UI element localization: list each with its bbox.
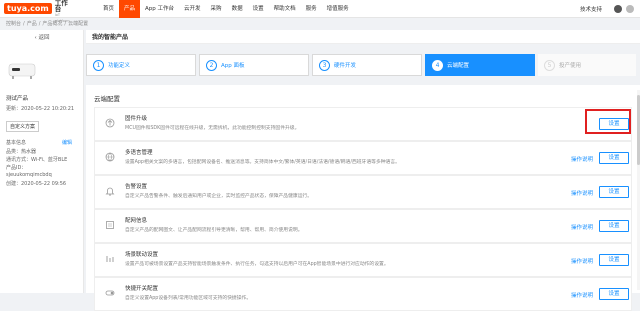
- logo-mark: tuya.com: [4, 3, 52, 14]
- back-button[interactable]: ‹ 返回: [0, 33, 84, 41]
- instructions-link[interactable]: 操作说明: [571, 223, 593, 231]
- alarm-bell-icon: [105, 187, 115, 196]
- row-description: 设置产品可被场景设置产品支持智能场景触发条件、执行任务，勾选支持以后用户可在Ap…: [125, 262, 389, 267]
- product-id-label: 产品ID：: [6, 165, 27, 171]
- highlight-box: [585, 109, 631, 134]
- row-title: 快捷开关配置: [125, 286, 159, 292]
- firmware-upgrade-icon: [105, 118, 115, 128]
- nav-item-service[interactable]: 服务: [301, 0, 322, 18]
- nav-item-home[interactable]: 首页: [98, 0, 119, 18]
- water-heater-image: [8, 63, 36, 79]
- step-label: 硬件开发: [334, 63, 357, 69]
- row-description: MCU固件和SDK固件可远程在线升级，无需拆机，此功能控制控制支持固件升级。: [125, 126, 300, 131]
- step-hardware-dev[interactable]: 3 硬件开发: [312, 54, 422, 76]
- section-title: 云端配置: [94, 95, 120, 103]
- product-id: sjeuukomqimcbdq: [6, 172, 52, 178]
- breadcrumb-overview[interactable]: 产品概况: [42, 20, 62, 27]
- page-title: 我的智能产品: [86, 30, 640, 44]
- language-icon: [105, 152, 115, 162]
- basic-info-heading: 基本信息: [6, 140, 27, 146]
- step-cloud-config[interactable]: 4 云端配置: [425, 54, 535, 76]
- instructions-link[interactable]: 操作说明: [571, 189, 593, 197]
- product-sidebar: ‹ 返回 测试产品 更新：2020-05-22 10:20:21 自定义方案 基…: [0, 30, 84, 293]
- breadcrumb-separator: /: [64, 20, 67, 27]
- notification-icon[interactable]: [614, 5, 622, 13]
- step-number: 3: [319, 59, 330, 71]
- language-settings-button[interactable]: 设置: [599, 152, 629, 164]
- config-row-shortcut: 快捷开关配置 自定义设置App设备列表/常用功能区域可支持的快捷操作。 操作说明…: [94, 277, 632, 311]
- nav-item-help-docs[interactable]: 帮助文档: [269, 0, 301, 18]
- network-settings-button[interactable]: 设置: [599, 220, 629, 232]
- nav-item-app-workbench[interactable]: App 工作台: [140, 0, 179, 18]
- shortcut-settings-button[interactable]: 设置: [599, 288, 629, 300]
- breadcrumb-separator: /: [38, 20, 41, 27]
- row-title: 配网信息: [125, 218, 148, 224]
- alarm-settings-button[interactable]: 设置: [599, 186, 629, 198]
- config-row-scene: 场景联动设置 设置产品可被场景设置产品支持智能场景触发条件、执行任务，勾选支持以…: [94, 243, 632, 277]
- instructions-link[interactable]: 操作说明: [571, 257, 593, 265]
- config-row-firmware: 固件升级 MCU固件和SDK固件可远程在线升级，无需拆机，此功能控制控制支持固件…: [94, 107, 632, 141]
- config-row-language: 多语言管理 设置App相关文案的多语言，包括配网设备名、推送消息等。支持简体中文…: [94, 141, 632, 175]
- step-label: 投产使用: [559, 63, 582, 69]
- main-nav: 首页 产品 App 工作台 云开发 采购 数据 设置 帮助文档 服务 增值服务: [98, 0, 354, 18]
- nav-item-cloud-dev[interactable]: 云开发: [179, 0, 206, 18]
- scene-linkage-icon: [106, 256, 114, 262]
- step-function-definition[interactable]: 1 功能定义: [86, 54, 196, 76]
- product-created-time: 创建：2020-05-22 09:56: [6, 181, 67, 187]
- step-label: 云端配置: [447, 63, 470, 69]
- product-name: 测试产品: [6, 96, 29, 102]
- product-updated-time: 更新：2020-05-22 10:20:21: [6, 106, 75, 112]
- nav-item-product[interactable]: 产品: [119, 0, 141, 18]
- step-app-panel[interactable]: 2 App 面板: [199, 54, 309, 76]
- nav-item-data[interactable]: 数据: [227, 0, 248, 18]
- breadcrumb-current: 云端配置: [68, 21, 89, 27]
- nav-item-value-added[interactable]: 增值服务: [322, 0, 354, 18]
- breadcrumb-separator: /: [23, 20, 25, 27]
- product-protocol: 通讯方式：Wi-Fi、蓝牙BLE: [6, 157, 68, 163]
- step-label: App 面板: [221, 63, 245, 69]
- breadcrumb: 控制台 / 产品 / 产品概况 / 云端配置: [6, 19, 90, 28]
- row-description: 自定义产品告警条件、触发后通知用户或企业，实时监控产品状态，保障产品健康运行。: [125, 194, 313, 199]
- nav-item-settings[interactable]: 设置: [248, 0, 269, 18]
- network-info-icon: [106, 221, 114, 229]
- instructions-link[interactable]: 操作说明: [571, 291, 593, 299]
- shortcut-switch-icon: [105, 290, 115, 296]
- step-production[interactable]: 5 投产使用: [538, 54, 636, 76]
- step-number: 2: [206, 59, 217, 71]
- row-title: 固件升级: [125, 116, 148, 122]
- row-title: 告警设置: [125, 184, 148, 190]
- custom-solution-button[interactable]: 自定义方案: [6, 121, 40, 132]
- breadcrumb-console[interactable]: 控制台: [6, 20, 21, 27]
- row-description: 自定义产品的配网图文、让产品配网流程引导更清晰，帮用、帮用、简介使用说明。: [125, 228, 303, 233]
- product-category: 品类：热水器: [6, 149, 37, 155]
- progress-steps: 1 功能定义 2 App 面板 3 硬件开发 4 云端配置 5 投产使用: [86, 53, 640, 77]
- step-label: 功能定义: [108, 63, 131, 69]
- row-description: 自定义设置App设备列表/常用功能区域可支持的快捷操作。: [125, 296, 252, 301]
- row-title: 多语言管理: [125, 150, 153, 156]
- avatar[interactable]: [626, 5, 634, 13]
- row-description: 设置App相关文案的多语言，包括配网设备名、推送消息等。支持简体中文/繁体/英语…: [125, 160, 400, 165]
- tech-support-link[interactable]: 技术支持: [580, 5, 602, 13]
- row-title: 场景联动设置: [125, 252, 159, 258]
- config-row-network: 配网信息 自定义产品的配网图文、让产品配网流程引导更清晰，帮用、帮用、简介使用说…: [94, 209, 632, 243]
- instructions-link[interactable]: 操作说明: [571, 155, 593, 163]
- step-number: 1: [93, 59, 104, 71]
- top-bar: tuya.com IoT 工作台 IoT platform 首页 产品 App …: [0, 0, 640, 23]
- edit-link[interactable]: 编辑: [62, 139, 72, 146]
- step-number: 5: [544, 59, 555, 71]
- scene-settings-button[interactable]: 设置: [599, 254, 629, 266]
- cloud-config-panel: 云端配置 固件升级 MCU固件和SDK固件可远程在线升级，无需拆机，此功能控制控…: [86, 85, 640, 311]
- step-number: 4: [432, 59, 443, 71]
- breadcrumb-product[interactable]: 产品: [27, 20, 37, 27]
- nav-item-purchase[interactable]: 采购: [206, 0, 227, 18]
- logo-title: IoT 工作台: [54, 0, 68, 13]
- config-row-alarm: 告警设置 自定义产品告警条件、触发后通知用户或企业，实时监控产品状态，保障产品健…: [94, 175, 632, 209]
